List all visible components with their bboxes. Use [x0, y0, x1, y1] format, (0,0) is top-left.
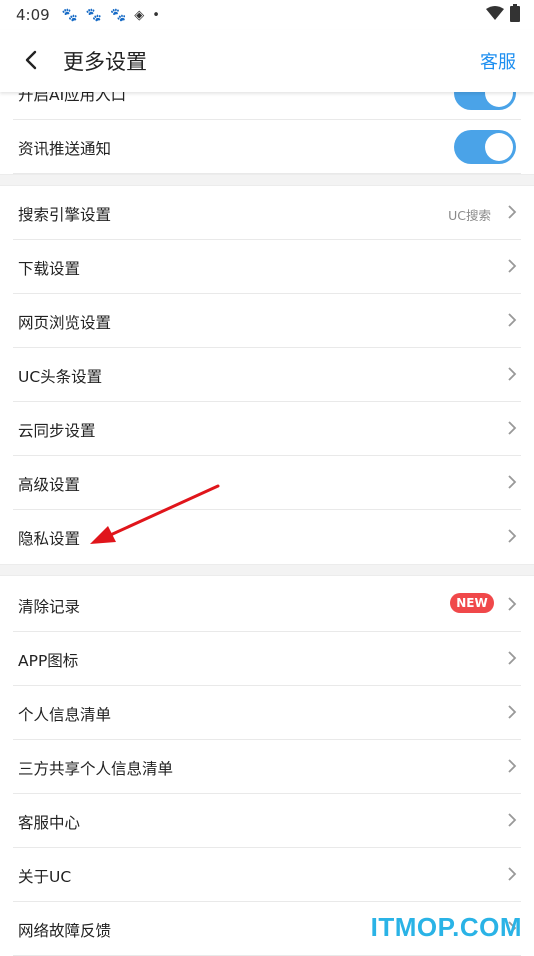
customer-service-button[interactable]: 客服 [480, 48, 516, 74]
browsing-settings-label: 网页浏览设置 [18, 314, 112, 332]
watermark: ITMOP.COM [370, 912, 522, 942]
chevron-right-icon [508, 421, 517, 435]
about-uc-row[interactable]: 关于UC [13, 848, 521, 902]
cloud-sync-settings-label: 云同步设置 [18, 422, 96, 440]
chevron-right-icon [508, 529, 517, 543]
dot-icon: • [152, 7, 160, 23]
cloud-sync-settings-row[interactable]: 云同步设置 [13, 402, 521, 456]
status-time: 4:09 [16, 6, 50, 24]
app-header: 更多设置 客服 [0, 30, 534, 92]
search-engine-label: 搜索引擎设置 [18, 206, 112, 224]
clear-records-row[interactable]: 清除记录 NEW [13, 578, 521, 632]
paw-icon: 🐾 [61, 7, 78, 23]
clear-records-label: 清除记录 [18, 598, 81, 616]
chevron-right-icon [508, 705, 517, 719]
chevron-right-icon [508, 759, 517, 773]
chevron-right-icon [508, 813, 517, 827]
advanced-settings-label: 高级设置 [18, 476, 81, 494]
chevron-right-icon [508, 597, 517, 611]
chevron-right-icon [508, 367, 517, 381]
news-push-label: 资讯推送通知 [18, 140, 112, 158]
news-push-row[interactable]: 资讯推送通知 [13, 120, 521, 174]
download-settings-row[interactable]: 下载设置 [13, 240, 521, 294]
privacy-settings-label: 隐私设置 [18, 530, 81, 548]
toggle-knob [485, 133, 513, 161]
third-party-sharing-row[interactable]: 三方共享个人信息清单 [13, 740, 521, 794]
personal-info-list-row[interactable]: 个人信息清单 [13, 686, 521, 740]
aperture-icon: ◈ [134, 7, 145, 23]
chevron-right-icon [508, 651, 517, 665]
service-center-label: 客服中心 [18, 814, 81, 832]
battery-icon [510, 4, 520, 22]
wifi-icon [486, 6, 504, 20]
status-bar: 4:09 🐾 🐾 🐾 ◈ • [0, 0, 534, 30]
download-settings-label: 下载设置 [18, 260, 81, 278]
news-push-toggle[interactable] [454, 130, 516, 164]
browsing-settings-row[interactable]: 网页浏览设置 [13, 294, 521, 348]
chevron-right-icon [508, 867, 517, 881]
search-engine-row[interactable]: 搜索引擎设置 UC搜索 [13, 186, 521, 240]
paw-icon: 🐾 [85, 7, 103, 23]
third-party-sharing-label: 三方共享个人信息清单 [18, 760, 174, 778]
section-divider [0, 174, 534, 186]
about-uc-label: 关于UC [18, 868, 72, 886]
network-feedback-label: 网络故障反馈 [18, 922, 112, 940]
annotation-arrow [90, 484, 220, 544]
personal-info-list-label: 个人信息清单 [18, 706, 112, 724]
chevron-right-icon [508, 205, 517, 219]
page-title: 更多设置 [63, 50, 147, 74]
chevron-right-icon [508, 475, 517, 489]
service-center-row[interactable]: 客服中心 [13, 794, 521, 848]
paw-icon: 🐾 [110, 7, 127, 23]
section-divider [0, 564, 534, 576]
chevron-right-icon [508, 313, 517, 327]
chevron-right-icon [508, 259, 517, 273]
app-icon-label: APP图标 [18, 652, 79, 670]
notification-icons: 🐾 🐾 🐾 ◈ • [62, 8, 160, 23]
new-badge: NEW [450, 593, 494, 613]
uc-headlines-settings-label: UC头条设置 [18, 368, 103, 386]
search-engine-value: UC搜索 [448, 208, 491, 223]
uc-headlines-settings-row[interactable]: UC头条设置 [13, 348, 521, 402]
app-icon-row[interactable]: APP图标 [13, 632, 521, 686]
back-arrow-icon[interactable] [20, 46, 44, 74]
